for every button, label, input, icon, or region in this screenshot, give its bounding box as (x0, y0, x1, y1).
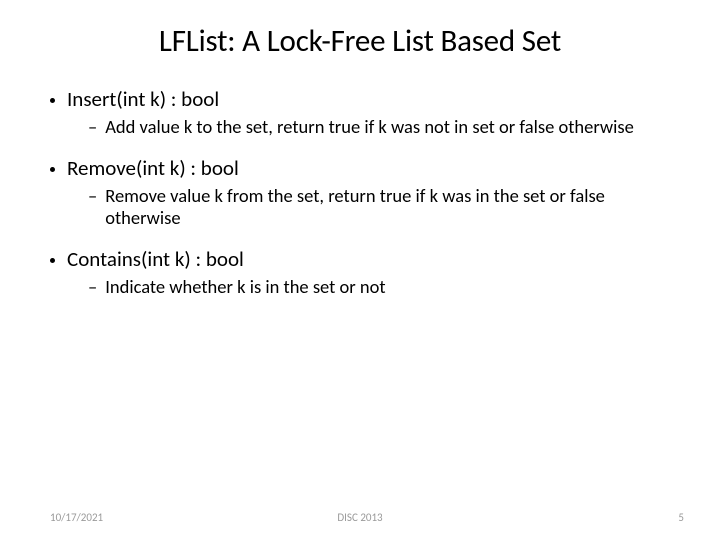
footer-venue: DISC 2013 (337, 511, 382, 524)
bullet-label: Contains(int k) : bool (67, 246, 244, 272)
bullet-subitem: – Indicate whether k is in the set or no… (88, 276, 676, 297)
dash-icon: – (88, 276, 97, 297)
bullet-dot-icon (50, 98, 55, 103)
bullet-subitem: – Remove value k from the set, return tr… (88, 185, 676, 228)
bullet-dot-icon (50, 167, 55, 172)
bullet-item: Contains(int k) : bool (50, 246, 676, 272)
footer-date: 10/17/2021 (50, 511, 103, 524)
bullet-subitem: – Add value k to the set, return true if… (88, 116, 676, 137)
bullet-sub-text: Remove value k from the set, return true… (105, 185, 676, 228)
bullet-dot-icon (50, 258, 55, 263)
bullet-sub-text: Indicate whether k is in the set or not (105, 276, 676, 297)
dash-icon: – (88, 116, 97, 137)
bullet-item: Insert(int k) : bool (50, 86, 676, 112)
dash-icon: – (88, 185, 97, 206)
footer-page-number: 5 (678, 511, 684, 524)
slide-content: Insert(int k) : bool – Add value k to th… (0, 86, 720, 297)
bullet-item: Remove(int k) : bool (50, 155, 676, 181)
slide-title: LFList: A Lock-Free List Based Set (0, 0, 720, 78)
slide-footer: 10/17/2021 DISC 2013 5 (0, 511, 720, 524)
bullet-label: Insert(int k) : bool (67, 86, 219, 112)
bullet-sub-text: Add value k to the set, return true if k… (105, 116, 676, 137)
bullet-label: Remove(int k) : bool (67, 155, 239, 181)
